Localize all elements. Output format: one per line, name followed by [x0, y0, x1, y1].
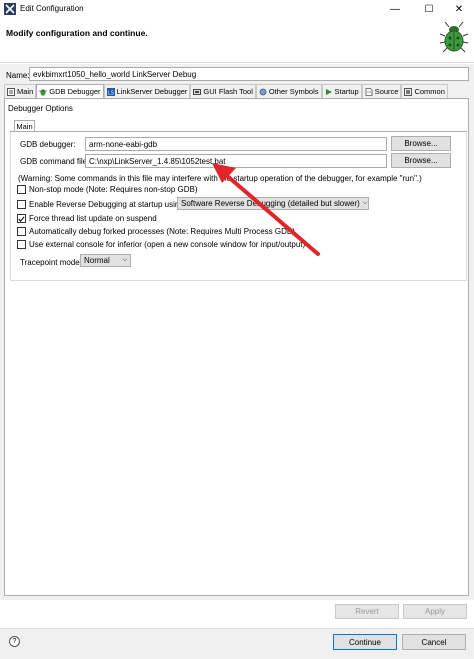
window-title: Edit Configuration [20, 4, 84, 13]
startup-icon [325, 88, 333, 96]
gdb-command-file-browse-button[interactable]: Browse... [391, 153, 451, 168]
tab-gui-flash-tool[interactable]: GUI Flash Tool [190, 84, 256, 98]
tracepoint-mode-select[interactable]: Normal ⌵ [80, 254, 131, 267]
tab-common[interactable]: Common [401, 84, 448, 98]
svg-text:LS: LS [108, 90, 114, 96]
external-console-option[interactable]: Use external console for inferior (open … [17, 240, 305, 249]
dialog-header: Modify configuration and continue. [0, 19, 474, 63]
symbols-icon [259, 88, 267, 96]
auto-forked-option[interactable]: Automatically debug forked processes (No… [17, 227, 295, 236]
debugger-options-title: Debugger Options [8, 104, 73, 113]
tab-label: Common [414, 87, 445, 96]
gdb-debugger-label: GDB debugger: [20, 140, 76, 149]
tab-label: Source [374, 87, 399, 96]
app-icon [4, 3, 16, 15]
tab-other-symbols[interactable]: Other Symbols [255, 84, 322, 98]
tab-label: GUI Flash Tool [203, 87, 253, 96]
gdb-debugger-input[interactable]: arm-none-eabi-gdb [85, 137, 387, 151]
source-icon [365, 87, 373, 96]
divider [10, 131, 467, 132]
force-thread-checkbox[interactable] [17, 214, 26, 223]
gdb-debugger-browse-button[interactable]: Browse... [391, 136, 451, 151]
tab-label: Other Symbols [268, 87, 319, 96]
minimize-button[interactable]: — [381, 0, 409, 19]
reverse-debugging-option[interactable]: Enable Reverse Debugging at startup usin… [17, 200, 186, 209]
debugger-tab-icon [39, 88, 48, 96]
tab-main[interactable]: Main [4, 84, 37, 98]
tab-label: Startup [334, 87, 359, 96]
flash-tool-icon [193, 88, 202, 96]
tab-linkserver-debugger[interactable]: LS LinkServer Debugger [103, 84, 191, 98]
help-icon[interactable]: ? [9, 636, 20, 647]
config-tabs: Main GDB Debugger LS LinkServer Debugger… [4, 84, 469, 98]
linkserver-tab-icon: LS [106, 87, 115, 96]
auto-forked-checkbox[interactable] [17, 227, 26, 236]
force-thread-option[interactable]: Force thread list update on suspend [17, 214, 157, 223]
name-input[interactable]: evkbimxrt1050_hello_world LinkServer Deb… [29, 67, 469, 81]
common-icon [404, 87, 413, 96]
tab-startup[interactable]: Startup [321, 84, 362, 98]
chevron-down-icon: ⌵ [362, 200, 368, 206]
reverse-debugging-select-value: Software Reverse Debugging (detailed but… [181, 199, 360, 208]
apply-button[interactable]: Apply [403, 604, 467, 619]
warning-text: (Warning: Some commands in this file may… [18, 174, 422, 183]
external-console-label: Use external console for inferior (open … [29, 240, 306, 249]
gdb-command-file-input[interactable]: C:\nxp\LinkServer_1.4.85\1052test.bat [85, 154, 387, 168]
non-stop-mode-checkbox[interactable] [17, 185, 26, 194]
continue-button[interactable]: Continue [333, 634, 397, 650]
main-tab-icon [7, 87, 15, 96]
tab-label: GDB Debugger [49, 87, 101, 96]
tracepoint-mode-value: Normal [84, 256, 110, 265]
bug-icon [439, 21, 469, 55]
close-button[interactable]: ✕ [445, 0, 473, 19]
non-stop-mode-option[interactable]: Non-stop mode (Note: Requires non-stop G… [17, 185, 198, 194]
maximize-button[interactable]: ☐ [415, 0, 443, 19]
auto-forked-label: Automatically debug forked processes (No… [29, 227, 295, 236]
chevron-down-icon: ⌵ [122, 257, 127, 263]
reverse-debugging-label: Enable Reverse Debugging at startup usin… [29, 200, 186, 209]
non-stop-mode-label: Non-stop mode (Note: Requires non-stop G… [29, 185, 198, 194]
cancel-button[interactable]: Cancel [402, 634, 466, 650]
name-label: Name: [6, 71, 30, 80]
tab-label: LinkServer Debugger [116, 87, 188, 96]
header-title: Modify configuration and continue. [6, 28, 148, 38]
revert-button[interactable]: Revert [335, 604, 399, 619]
reverse-debugging-checkbox[interactable] [17, 200, 26, 209]
tab-label: Main [17, 87, 34, 96]
title-bar: Edit Configuration — ☐ ✕ [0, 0, 474, 19]
force-thread-label: Force thread list update on suspend [29, 214, 157, 223]
reverse-debugging-select[interactable]: Software Reverse Debugging (detailed but… [177, 197, 369, 210]
external-console-checkbox[interactable] [17, 240, 26, 249]
tab-gdb-debugger[interactable]: GDB Debugger [36, 84, 104, 98]
gdb-command-file-label: GDB command file: [20, 157, 90, 166]
tab-source[interactable]: Source [361, 84, 402, 98]
tracepoint-mode-label: Tracepoint mode: [20, 258, 82, 267]
